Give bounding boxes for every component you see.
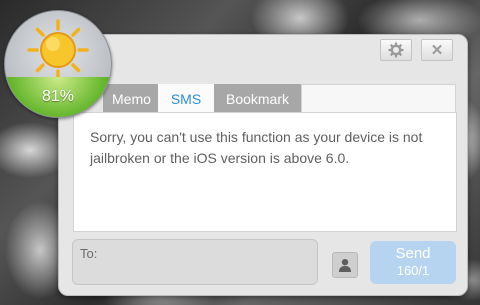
tab-bar-filler	[301, 84, 456, 112]
settings-button[interactable]	[380, 39, 412, 61]
person-icon	[339, 259, 351, 272]
to-label: To:	[80, 246, 98, 261]
tab-bookmark[interactable]: Bookmark	[214, 84, 301, 112]
weather-widget[interactable]: 81%	[4, 10, 112, 118]
send-label: Send	[395, 245, 431, 262]
sms-window: ✕ Memo SMS Bookmark Sorry, you can't use…	[58, 34, 468, 296]
message-panel: Sorry, you can't use this function as yo…	[73, 112, 457, 232]
add-contact-button[interactable]	[332, 252, 358, 278]
close-button[interactable]: ✕	[421, 39, 453, 61]
close-icon: ✕	[430, 42, 444, 59]
recipient-field[interactable]: To:	[72, 239, 318, 285]
tab-bar: Memo SMS Bookmark	[103, 84, 301, 112]
unsupported-message: Sorry, you can't use this function as yo…	[90, 129, 423, 166]
battery-percentage: 81%	[41, 88, 75, 105]
tab-memo[interactable]: Memo	[103, 84, 158, 112]
tab-sms[interactable]: SMS	[158, 84, 214, 112]
gear-icon	[388, 42, 404, 58]
character-counter: 160/1	[396, 263, 430, 278]
sun-icon	[27, 19, 89, 81]
send-button[interactable]: Send 160/1	[370, 241, 456, 284]
